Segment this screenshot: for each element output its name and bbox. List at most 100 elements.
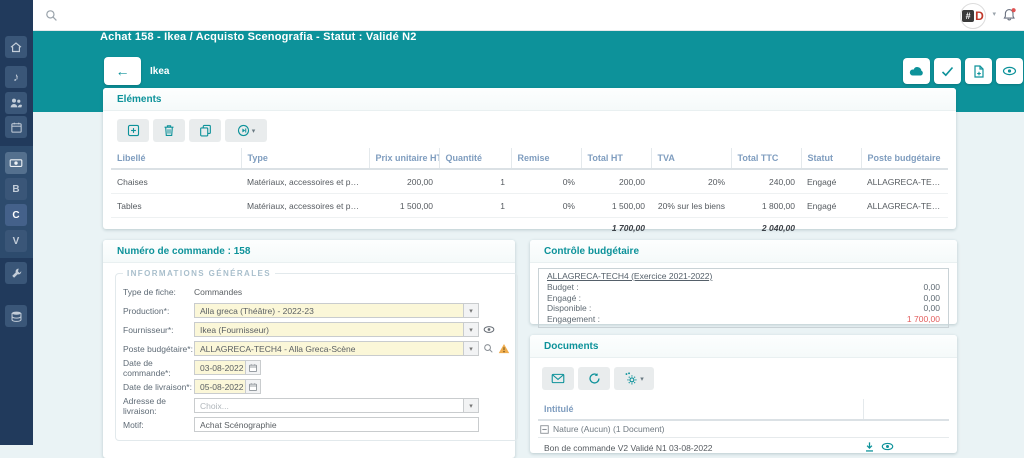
cell-prix: 200,00 xyxy=(369,169,439,194)
sidebar-item-tools[interactable] xyxy=(5,262,27,284)
refresh-button[interactable] xyxy=(578,367,610,390)
back-button[interactable]: ← xyxy=(104,57,141,85)
order-panel-title: Numéro de commande : 158 xyxy=(117,246,250,257)
document-row[interactable]: Bon de commande V2 Validé N1 03-08-2022 xyxy=(538,438,949,457)
col-actions xyxy=(863,399,949,419)
calendar-icon xyxy=(10,121,23,134)
sidebar-item-users[interactable] xyxy=(5,92,27,114)
search-icon[interactable] xyxy=(45,9,58,27)
documents-group-row[interactable]: Nature (Aucun) (1 Document) xyxy=(538,421,949,438)
col-tva[interactable]: TVA xyxy=(651,148,731,169)
motif-input[interactable]: Achat Scénographie xyxy=(194,417,479,432)
table-row[interactable]: Tables Matériaux, accessoires et petit é… xyxy=(111,194,948,218)
cell-remise: 0% xyxy=(511,169,581,194)
warning-icon xyxy=(498,343,510,354)
app-logo[interactable]: #D xyxy=(960,3,986,29)
documents-panel-header: Documents xyxy=(530,335,957,358)
document-export-button[interactable] xyxy=(965,58,992,84)
context-label: Ikea xyxy=(150,66,169,77)
sidebar-item-calendar[interactable] xyxy=(5,116,27,138)
select-caret-icon[interactable]: ▾ xyxy=(463,399,478,412)
header-actions xyxy=(903,58,1023,84)
date-commande-input[interactable]: 03-08-2022 xyxy=(194,360,246,375)
run-circle-icon xyxy=(237,124,250,137)
download-icon[interactable] xyxy=(864,441,875,455)
save-cloud-button[interactable] xyxy=(903,58,930,84)
col-remise[interactable]: Remise xyxy=(511,148,581,169)
field-label: Date de livraison*: xyxy=(123,382,194,392)
database-icon xyxy=(10,310,23,323)
calendar-picker-icon[interactable] xyxy=(246,360,261,375)
validate-button[interactable] xyxy=(934,58,961,84)
date-livraison-input[interactable]: 05-08-2022 xyxy=(194,379,246,394)
budget-panel: Contrôle budgétaire ALLAGRECA-TECH4 (Exe… xyxy=(530,240,957,324)
section-title: INFORMATIONS GÉNÉRALES xyxy=(123,269,275,278)
budget-account-link[interactable]: ALLAGRECA-TECH4 (Exercice 2021-2022) xyxy=(547,271,712,281)
order-panel-header: Numéro de commande : 158 xyxy=(103,240,515,263)
bell-icon xyxy=(1002,7,1017,22)
preview-button[interactable] xyxy=(996,58,1023,84)
engage-label: Engagé : xyxy=(547,293,581,304)
table-row[interactable]: Chaises Matériaux, accessoires et petit … xyxy=(111,169,948,194)
cell-libelle: Chaises xyxy=(111,169,241,194)
logo-d: D xyxy=(975,10,984,22)
poste-budgetaire-value: ALLAGRECA-TECH4 - Alla Greca-Scène xyxy=(195,344,463,354)
col-prix-unitaire[interactable]: Prix unitaire HT xyxy=(369,148,439,169)
col-libelle[interactable]: Libellé xyxy=(111,148,241,169)
cell-poste: ALLAGRECA-TECH4 xyxy=(861,194,948,218)
col-type[interactable]: Type xyxy=(241,148,369,169)
sidebar-item-database[interactable] xyxy=(5,305,27,327)
fournisseur-select[interactable]: Ikea (Fournisseur) ▾ xyxy=(194,322,479,337)
field-label: Type de fiche: xyxy=(123,287,194,297)
cell-total-ttc: 240,00 xyxy=(731,169,801,194)
lookup-magnifier-icon[interactable] xyxy=(483,343,494,354)
view-document-eye-icon[interactable] xyxy=(881,442,894,453)
eye-icon xyxy=(1002,66,1017,76)
cell-quantite: 1 xyxy=(439,194,511,218)
field-type-de-fiche: Type de fiche: Commandes xyxy=(123,284,510,299)
sidebar-item-c[interactable]: C xyxy=(5,204,27,226)
select-caret-icon[interactable]: ▾ xyxy=(463,304,478,317)
chevron-down-icon[interactable]: ▾ xyxy=(992,10,996,18)
cell-total-ttc: 1 800,00 xyxy=(731,194,801,218)
col-poste-budgetaire[interactable]: Poste budgétaire xyxy=(861,148,948,169)
production-select[interactable]: Alla greca (Théâtre) - 2022-23 ▾ xyxy=(194,303,479,318)
poste-budgetaire-select[interactable]: ALLAGRECA-TECH4 - Alla Greca-Scène ▾ xyxy=(194,341,479,356)
sidebar-item-v[interactable]: V xyxy=(5,230,27,252)
budget-panel-header: Contrôle budgétaire xyxy=(530,240,957,263)
adresse-livraison-select[interactable]: Choix... ▾ xyxy=(194,398,479,413)
duplicate-row-button[interactable] xyxy=(189,119,221,142)
field-label: Adresse de livraison: xyxy=(123,396,194,416)
col-statut[interactable]: Statut xyxy=(801,148,861,169)
col-intitule[interactable]: Intitulé xyxy=(538,404,863,414)
col-total-ht[interactable]: Total HT xyxy=(581,148,651,169)
calendar-picker-icon[interactable] xyxy=(246,379,261,394)
sidebar-item-finance[interactable] xyxy=(5,152,27,174)
copy-icon xyxy=(199,124,212,137)
engagement-value: 1 700,00 xyxy=(907,314,940,325)
collapse-box-icon[interactable] xyxy=(540,425,549,434)
delete-row-button[interactable] xyxy=(153,119,185,142)
select-caret-icon[interactable]: ▾ xyxy=(463,323,478,336)
cell-poste: ALLAGRECA-TECH4 xyxy=(861,169,948,194)
add-row-button[interactable] xyxy=(117,119,149,142)
view-supplier-eye-icon[interactable] xyxy=(483,325,495,334)
select-caret-icon[interactable]: ▾ xyxy=(463,342,478,355)
total-ht-value: 1 700,00 xyxy=(581,218,651,239)
notifications-bell[interactable] xyxy=(1002,7,1017,27)
row-actions-button[interactable]: ▾ xyxy=(225,119,267,142)
sidebar-item-music[interactable]: ♪ xyxy=(5,66,27,88)
group-label: Nature (Aucun) (1 Document) xyxy=(553,424,665,434)
col-total-ttc[interactable]: Total TTC xyxy=(731,148,801,169)
col-quantite[interactable]: Quantité xyxy=(439,148,511,169)
users-icon xyxy=(9,96,23,110)
sidebar-item-b[interactable]: B xyxy=(5,178,27,200)
budget-panel-title: Contrôle budgétaire xyxy=(544,246,639,257)
check-icon xyxy=(941,66,954,77)
tools-icon xyxy=(10,267,23,280)
documents-settings-button[interactable]: ▾ xyxy=(614,367,654,390)
send-mail-button[interactable] xyxy=(542,367,574,390)
back-arrow-icon: ← xyxy=(116,63,130,79)
music-icon: ♪ xyxy=(13,70,19,84)
sidebar-item-home[interactable] xyxy=(5,36,27,58)
